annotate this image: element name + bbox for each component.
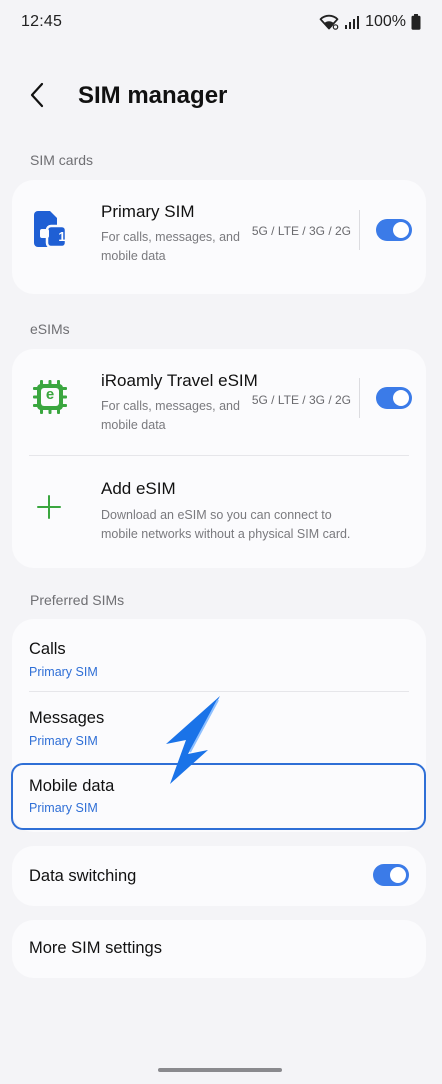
add-esim-title: Add eSIM xyxy=(101,479,176,498)
preferred-mobile-data-value: Primary SIM xyxy=(29,801,98,815)
back-button[interactable] xyxy=(22,82,52,112)
signal-icon xyxy=(344,15,360,29)
data-switching-label: Data switching xyxy=(29,867,137,885)
more-sim-settings-label: More SIM settings xyxy=(29,939,162,957)
page-title: SIM manager xyxy=(78,82,228,109)
add-esim-description: Download an eSIM so you can connect to m… xyxy=(101,508,351,541)
primary-sim-description: For calls, messages, and mobile data xyxy=(101,230,240,263)
add-esim-row[interactable]: Add eSIM Download an eSIM so you can con… xyxy=(12,456,426,568)
primary-sim-toggle[interactable] xyxy=(376,219,412,241)
section-label-sim-cards: SIM cards xyxy=(30,152,94,168)
data-switching-card[interactable]: Data switching xyxy=(12,846,426,906)
wifi-icon xyxy=(319,14,339,30)
status-icons: 100% xyxy=(319,13,421,31)
toggle-knob xyxy=(393,222,409,238)
esim-row-iroamly[interactable]: e iRoamly Travel eSIM For calls, message… xyxy=(12,349,426,455)
status-time: 12:45 xyxy=(21,13,63,30)
home-indicator[interactable] xyxy=(158,1068,282,1072)
preferred-messages-title: Messages xyxy=(29,709,105,727)
section-label-esims: eSIMs xyxy=(30,321,70,337)
toggle-knob xyxy=(393,390,409,406)
esim-badge-letter: e xyxy=(45,386,55,403)
status-bar: 12:45 100% xyxy=(0,0,442,44)
battery-percent: 100% xyxy=(365,13,406,30)
pointer-arrow-icon xyxy=(160,692,230,787)
section-label-preferred-sims: Preferred SIMs xyxy=(30,592,125,608)
esim-network: 5G / LTE / 3G / 2G xyxy=(251,393,351,407)
plus-icon xyxy=(36,494,72,530)
esim-description: For calls, messages, and mobile data xyxy=(101,399,240,432)
preferred-mobile-data-title: Mobile data xyxy=(29,777,115,795)
esim-title: iRoamly Travel eSIM xyxy=(101,371,258,390)
data-switching-toggle[interactable] xyxy=(373,864,409,886)
toggle-knob xyxy=(390,867,406,883)
app-header: SIM manager xyxy=(0,72,442,122)
battery-icon xyxy=(411,14,421,30)
primary-sim-title: Primary SIM xyxy=(101,202,195,221)
back-arrow-icon xyxy=(29,82,45,113)
preferred-calls-item[interactable]: Calls Primary SIM xyxy=(12,619,426,691)
primary-sim-network: 5G / LTE / 3G / 2G xyxy=(251,224,351,238)
more-sim-settings-card[interactable]: More SIM settings xyxy=(12,920,426,978)
sim-cards-card: 1 Primary SIM For calls, messages, and m… xyxy=(12,180,426,294)
preferred-messages-value: Primary SIM xyxy=(29,734,98,748)
divider xyxy=(359,378,360,418)
esim-toggle[interactable] xyxy=(376,387,412,409)
esims-card: e iRoamly Travel eSIM For calls, message… xyxy=(12,349,426,568)
preferred-calls-title: Calls xyxy=(29,640,66,658)
preferred-calls-value: Primary SIM xyxy=(29,665,98,679)
divider xyxy=(359,210,360,250)
primary-sim-row[interactable]: 1 Primary SIM For calls, messages, and m… xyxy=(12,180,426,294)
sim-slot-badge: 1 xyxy=(58,229,66,244)
